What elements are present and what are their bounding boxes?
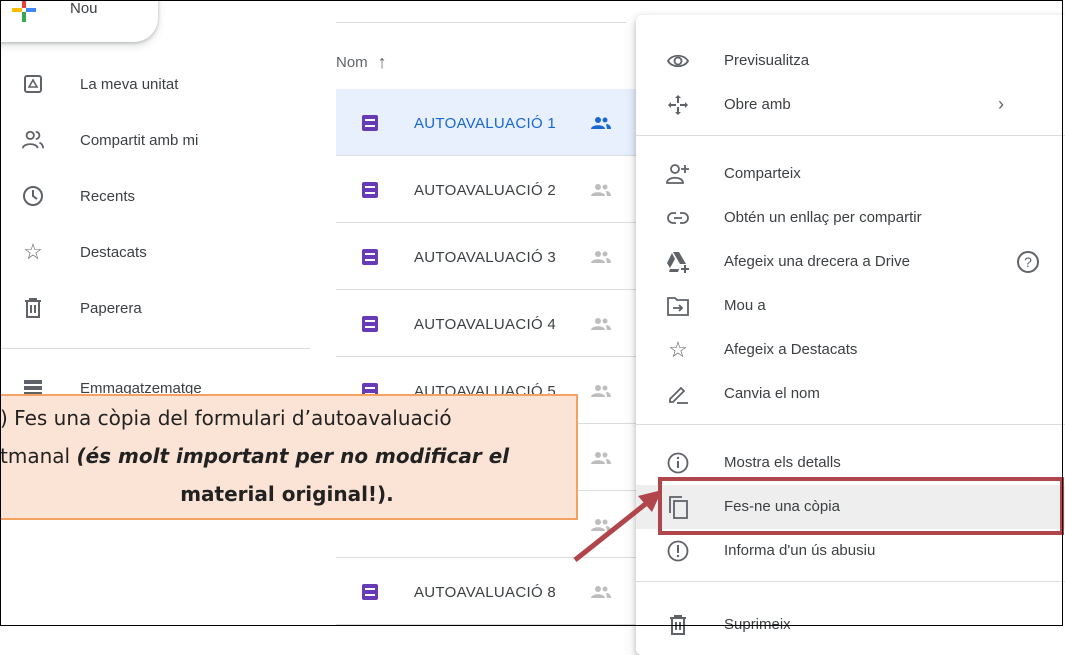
shared-icon [591, 184, 611, 196]
sidebar-item-label: Paperera [80, 299, 142, 317]
menu-item-open-with[interactable]: Obre amb › [636, 83, 1065, 127]
sidebar-item-starred[interactable]: ☆ Destacats [0, 232, 310, 272]
sidebar-item-trash[interactable]: Paperera [0, 288, 310, 328]
trash-icon [666, 613, 690, 637]
move-icon [666, 294, 690, 318]
file-row[interactable]: AUTOAVALUACIÓ 3 [336, 223, 636, 290]
instruction-callout: ) Fes una còpia del formulari d’autoaval… [0, 394, 578, 520]
shared-people-icon [22, 129, 44, 151]
star-icon: ☆ [23, 239, 43, 264]
sidebar-divider [0, 348, 310, 349]
menu-divider [636, 581, 1065, 582]
sidebar-item-label: La meva unitat [80, 75, 179, 93]
file-name: AUTOAVALUACIÓ 8 [414, 584, 557, 601]
menu-item-label: Previsualitza [724, 52, 810, 69]
sidebar-item-my-drive[interactable]: La meva unitat [0, 64, 310, 104]
eye-icon [666, 49, 690, 73]
link-icon [666, 206, 690, 230]
file-row[interactable]: AUTOAVALUACIÓ 2 [336, 156, 636, 223]
list-top-divider [336, 22, 626, 23]
sidebar-item-label: Compartit amb mi [80, 131, 199, 149]
menu-item-delete[interactable]: Suprimeix [636, 603, 1065, 647]
pencil-icon [666, 382, 690, 406]
menu-item-label: Suprimeix [724, 616, 791, 633]
forms-icon [362, 115, 378, 131]
menu-item-label: Canvia el nom [724, 385, 820, 402]
forms-icon [362, 182, 378, 198]
callout-line-2-prefix: tmanal [0, 444, 77, 468]
menu-item-label: Obtén un enllaç per compartir [724, 209, 922, 226]
forms-icon [362, 584, 378, 600]
pointer-arrow-icon [573, 490, 662, 562]
menu-item-label: Mou a [724, 297, 766, 314]
callout-line-1: ) Fes una còpia del formulari d’autoaval… [0, 406, 452, 430]
highlight-box [658, 477, 1064, 535]
context-menu: Previsualitza Obre amb › Comparteix Obté… [636, 15, 1065, 655]
shared-icon [591, 452, 611, 464]
sort-name-column[interactable]: Nom ↑ [336, 52, 387, 73]
menu-item-rename[interactable]: Canvia el nom [636, 372, 1065, 416]
menu-item-label: Comparteix [724, 165, 801, 182]
drive-shortcut-icon [666, 250, 690, 274]
sidebar-item-recent[interactable]: Recents [0, 176, 310, 216]
menu-item-label: Obre amb [724, 96, 791, 113]
shared-icon [591, 318, 611, 330]
menu-divider [636, 424, 1065, 425]
trash-icon [22, 297, 44, 319]
menu-item-get-link[interactable]: Obtén un enllaç per compartir [636, 196, 1065, 240]
file-row[interactable]: AUTOAVALUACIÓ 1 [336, 89, 636, 156]
svg-text:?: ? [1024, 254, 1032, 270]
menu-item-move-to[interactable]: Mou a [636, 284, 1065, 328]
person-add-icon [666, 162, 690, 186]
menu-item-label: Mostra els detalls [724, 454, 841, 471]
arrow-up-icon: ↑ [377, 52, 387, 72]
info-icon [666, 451, 690, 475]
sidebar-item-shared-with-me[interactable]: Compartit amb mi [0, 120, 310, 160]
drive-icon [22, 73, 44, 95]
help-icon[interactable]: ? [1016, 250, 1040, 274]
menu-item-report-abuse[interactable]: Informa d'un ús abusiu [636, 529, 1065, 573]
new-button[interactable]: Nou [0, 0, 158, 42]
column-header-name: Nom [336, 54, 368, 71]
callout-line-3: material original!). [180, 482, 394, 506]
star-outline-icon: ☆ [668, 337, 688, 362]
menu-divider [636, 135, 1065, 136]
menu-item-add-starred[interactable]: ☆ Afegeix a Destacats [636, 328, 1065, 372]
menu-item-add-shortcut[interactable]: Afegeix una drecera a Drive ? [636, 240, 1065, 284]
clock-icon [22, 185, 44, 207]
forms-icon [362, 249, 378, 265]
menu-item-preview[interactable]: Previsualitza [636, 39, 1065, 83]
file-name: AUTOAVALUACIÓ 3 [414, 249, 557, 266]
callout-line-2-bold: (és molt important per no modificar el [76, 444, 510, 468]
forms-icon [362, 316, 378, 332]
menu-item-label: Afegeix a Destacats [724, 341, 858, 358]
file-row[interactable]: AUTOAVALUACIÓ 4 [336, 290, 636, 357]
plus-icon [12, 0, 36, 22]
menu-item-label: Informa d'un ús abusiu [724, 542, 876, 559]
file-name: AUTOAVALUACIÓ 1 [414, 115, 557, 132]
sidebar-item-label: Recents [80, 187, 136, 205]
open-with-icon [666, 93, 690, 117]
chevron-right-icon: › [998, 94, 1004, 114]
file-name: AUTOAVALUACIÓ 4 [414, 316, 557, 333]
menu-item-share[interactable]: Comparteix [636, 152, 1065, 196]
callout-line-2: tmanal (és molt important per no modific… [0, 444, 509, 468]
shared-icon [591, 586, 611, 598]
sidebar-item-label: Destacats [80, 243, 147, 261]
menu-item-label: Afegeix una drecera a Drive [724, 253, 910, 270]
shared-icon [591, 251, 611, 263]
file-name: AUTOAVALUACIÓ 2 [414, 182, 557, 199]
new-button-label: Nou [70, 0, 98, 17]
shared-icon [591, 385, 611, 397]
shared-icon [591, 117, 611, 129]
